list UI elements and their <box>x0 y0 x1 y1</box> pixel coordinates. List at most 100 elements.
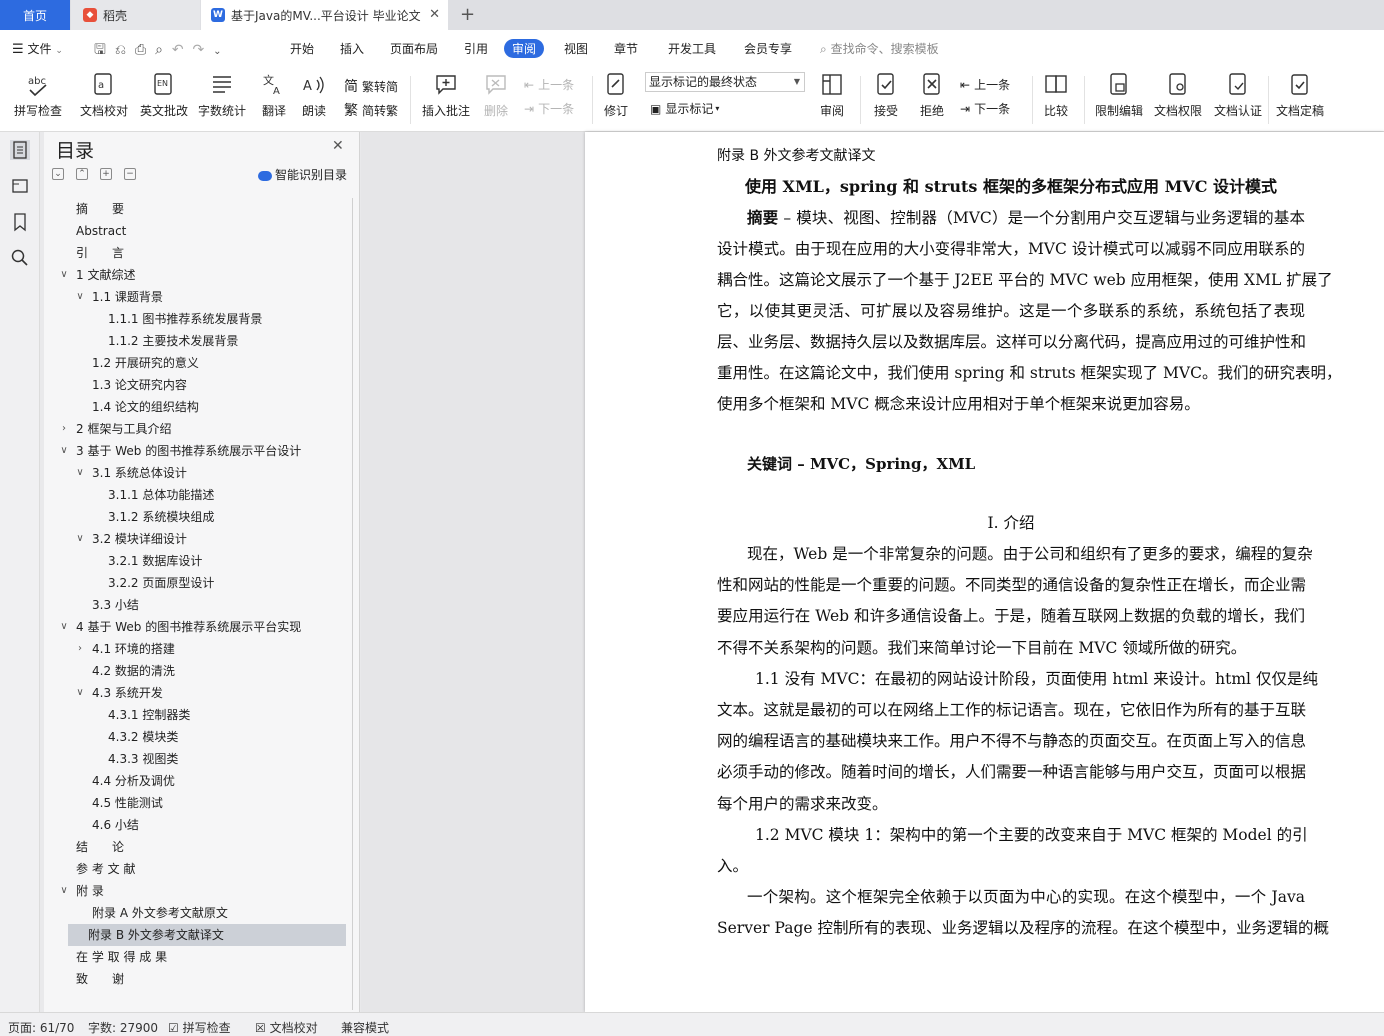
trad-to-simp-button[interactable]: 简繁转简 <box>344 76 398 96</box>
toc-item[interactable]: ∨ 4 基于 Web 的图书推荐系统展示平台实现 <box>60 616 346 638</box>
review-pane-button[interactable]: 审阅 <box>814 72 850 126</box>
close-icon[interactable]: ✕ <box>429 7 440 22</box>
collapse-all-icon[interactable]: ⌃ <box>76 168 88 180</box>
toc-item[interactable]: 4.5 性能测试 <box>68 792 346 814</box>
next-change-button[interactable]: ⇥ 下一条 <box>960 100 1010 117</box>
customize-icon[interactable]: ⌄ <box>213 46 221 57</box>
add-heading-icon[interactable]: + <box>100 168 112 180</box>
menu-item[interactable]: 开始 <box>290 40 314 57</box>
toc-item[interactable]: 4.3.2 模块类 <box>68 726 346 748</box>
menu-item[interactable]: 引用 <box>464 40 488 57</box>
restrict-editing-button[interactable]: 限制编辑 <box>1094 72 1144 126</box>
toc-item[interactable]: ∨ 1.1 课题背景 <box>68 286 346 308</box>
toc-item[interactable]: ∨ 3.2 模块详细设计 <box>68 528 346 550</box>
file-menu[interactable]: ☰ 文件 ⌄ <box>12 40 63 57</box>
chevron-down-icon[interactable]: ∨ <box>58 440 70 462</box>
doc-check-button[interactable]: a 文档校对 <box>76 72 132 126</box>
chevron-down-icon[interactable]: ∨ <box>74 528 86 550</box>
toc-item[interactable]: › 4.1 环境的搭建 <box>68 638 346 660</box>
toc-item[interactable]: 结 论 <box>68 836 346 858</box>
toc-panel-icon[interactable] <box>10 140 30 160</box>
doc-cert-button[interactable]: 文档认证 <box>1212 72 1264 126</box>
word-count-indicator[interactable]: 字数: 27900 <box>88 1019 158 1036</box>
markup-mode-select[interactable]: 显示标记的最终状态 ▼ <box>645 72 805 92</box>
vertical-scrollbar[interactable] <box>1367 132 1384 1012</box>
delete-comment-button[interactable]: 删除 <box>478 72 514 126</box>
toc-item[interactable]: ∨ 附 录 <box>60 880 346 902</box>
remove-heading-icon[interactable]: − <box>124 168 136 180</box>
page-indicator[interactable]: 页面: 61/70 <box>8 1019 74 1036</box>
english-review-button[interactable]: EN 英文批改 <box>136 72 192 126</box>
doc-permission-button[interactable]: 文档权限 <box>1152 72 1204 126</box>
tab-daoke[interactable]: ◆ 稻壳 <box>71 0 200 30</box>
toc-item[interactable]: 3.1.1 总体功能描述 <box>68 484 346 506</box>
save-icon[interactable]: 🖫 <box>94 42 106 58</box>
toc-item[interactable]: 1.1.2 主要技术发展背景 <box>68 330 346 352</box>
simp-to-trad-button[interactable]: 繁简转繁 <box>344 100 398 120</box>
bookmark-icon[interactable] <box>10 212 30 232</box>
toc-item[interactable]: 引 言 <box>68 242 346 264</box>
insert-comment-button[interactable]: 插入批注 <box>418 72 474 126</box>
accept-button[interactable]: 接受 <box>868 72 904 126</box>
menu-item[interactable]: 插入 <box>340 40 364 57</box>
toc-item[interactable]: 附录 B 外文参考文献译文 <box>68 924 346 946</box>
toc-item[interactable]: 摘 要 <box>68 198 346 220</box>
tab-home[interactable]: 首页 <box>0 0 70 30</box>
toc-item[interactable]: 1.1.1 图书推荐系统发展背景 <box>68 308 346 330</box>
toc-item[interactable]: 4.6 小结 <box>68 814 346 836</box>
chevron-down-icon[interactable]: ∨ <box>74 462 86 484</box>
format-painter-icon[interactable]: ⎌ <box>115 42 126 58</box>
toc-item[interactable]: 4.2 数据的清洗 <box>68 660 346 682</box>
smart-toc-button[interactable]: 智能识别目录 <box>258 166 347 183</box>
redo-icon[interactable]: ↷ <box>192 42 204 58</box>
word-count-button[interactable]: 字数统计 <box>194 72 250 126</box>
tab-document[interactable]: W 基于Java的MV...平台设计 毕业论文 ✕ <box>201 0 448 30</box>
chevron-down-icon[interactable]: ∨ <box>58 264 70 286</box>
toc-item[interactable]: 4.4 分析及调优 <box>68 770 346 792</box>
search-icon[interactable] <box>10 248 30 268</box>
toc-item[interactable]: 在 学 取 得 成 果 <box>68 946 346 968</box>
toc-item[interactable]: 1.2 开展研究的意义 <box>68 352 346 374</box>
menu-item[interactable]: 开发工具 <box>668 40 716 57</box>
translate-button[interactable]: 文A 翻译 <box>254 72 294 126</box>
toc-item[interactable]: 参 考 文 献 <box>68 858 346 880</box>
menu-item[interactable]: 会员专享 <box>744 40 792 57</box>
toc-item[interactable]: 附录 A 外文参考文献原文 <box>68 902 346 924</box>
print-preview-icon[interactable]: ⌕ <box>155 42 163 58</box>
menu-item[interactable]: 视图 <box>564 40 588 57</box>
print-icon[interactable]: ⎙ <box>135 42 146 58</box>
toc-item[interactable]: › 2 框架与工具介绍 <box>62 418 346 440</box>
spell-check-status[interactable]: ☑ 拼写检查 <box>168 1019 231 1036</box>
chevron-right-icon[interactable]: › <box>74 638 86 660</box>
undo-icon[interactable]: ↶ <box>172 42 184 58</box>
chevron-right-icon[interactable]: › <box>58 418 70 440</box>
toc-item[interactable]: 3.2.2 页面原型设计 <box>68 572 346 594</box>
finalize-doc-button[interactable]: 文档定稿 <box>1274 72 1326 126</box>
close-panel-icon[interactable]: ✕ <box>332 138 344 154</box>
toc-item[interactable]: 致 谢 <box>68 968 346 990</box>
chevron-down-icon[interactable]: ∨ <box>58 616 70 638</box>
compare-button[interactable]: 比较 <box>1038 72 1074 126</box>
track-changes-button[interactable]: 修订 <box>598 72 634 126</box>
menu-item[interactable]: 页面布局 <box>390 40 438 57</box>
toc-item[interactable]: ∨ 3.1 系统总体设计 <box>68 462 346 484</box>
prev-change-button[interactable]: ⇤ 上一条 <box>960 76 1010 93</box>
toc-item[interactable]: ∨ 4.3 系统开发 <box>68 682 346 704</box>
expand-all-icon[interactable]: ⌄ <box>52 168 64 180</box>
new-tab-button[interactable]: + <box>460 4 475 25</box>
reject-button[interactable]: 拒绝 <box>914 72 950 126</box>
show-markup-button[interactable]: ▣ 显示标记 ▾ <box>650 100 719 117</box>
next-comment-button[interactable]: ⇥ 下一条 <box>524 100 574 117</box>
doc-check-status[interactable]: ☒ 文档校对 <box>255 1019 318 1036</box>
toc-item[interactable]: ∨ 1 文献综述 <box>60 264 346 286</box>
toc-item[interactable]: 3.3 小结 <box>68 594 346 616</box>
menu-item[interactable]: 审阅 <box>504 39 545 58</box>
chevron-down-icon[interactable]: ∨ <box>58 880 70 902</box>
menu-item[interactable]: 章节 <box>614 40 638 57</box>
read-aloud-button[interactable]: A 朗读 <box>298 72 330 126</box>
spell-check-button[interactable]: abc 拼写检查 <box>8 72 68 126</box>
toc-item[interactable]: 1.3 论文研究内容 <box>68 374 346 396</box>
toc-item[interactable]: 3.2.1 数据库设计 <box>68 550 346 572</box>
search-box[interactable]: ⌕ 查找命令、搜索模板 <box>820 40 939 57</box>
chapter-nav-icon[interactable] <box>10 176 30 196</box>
